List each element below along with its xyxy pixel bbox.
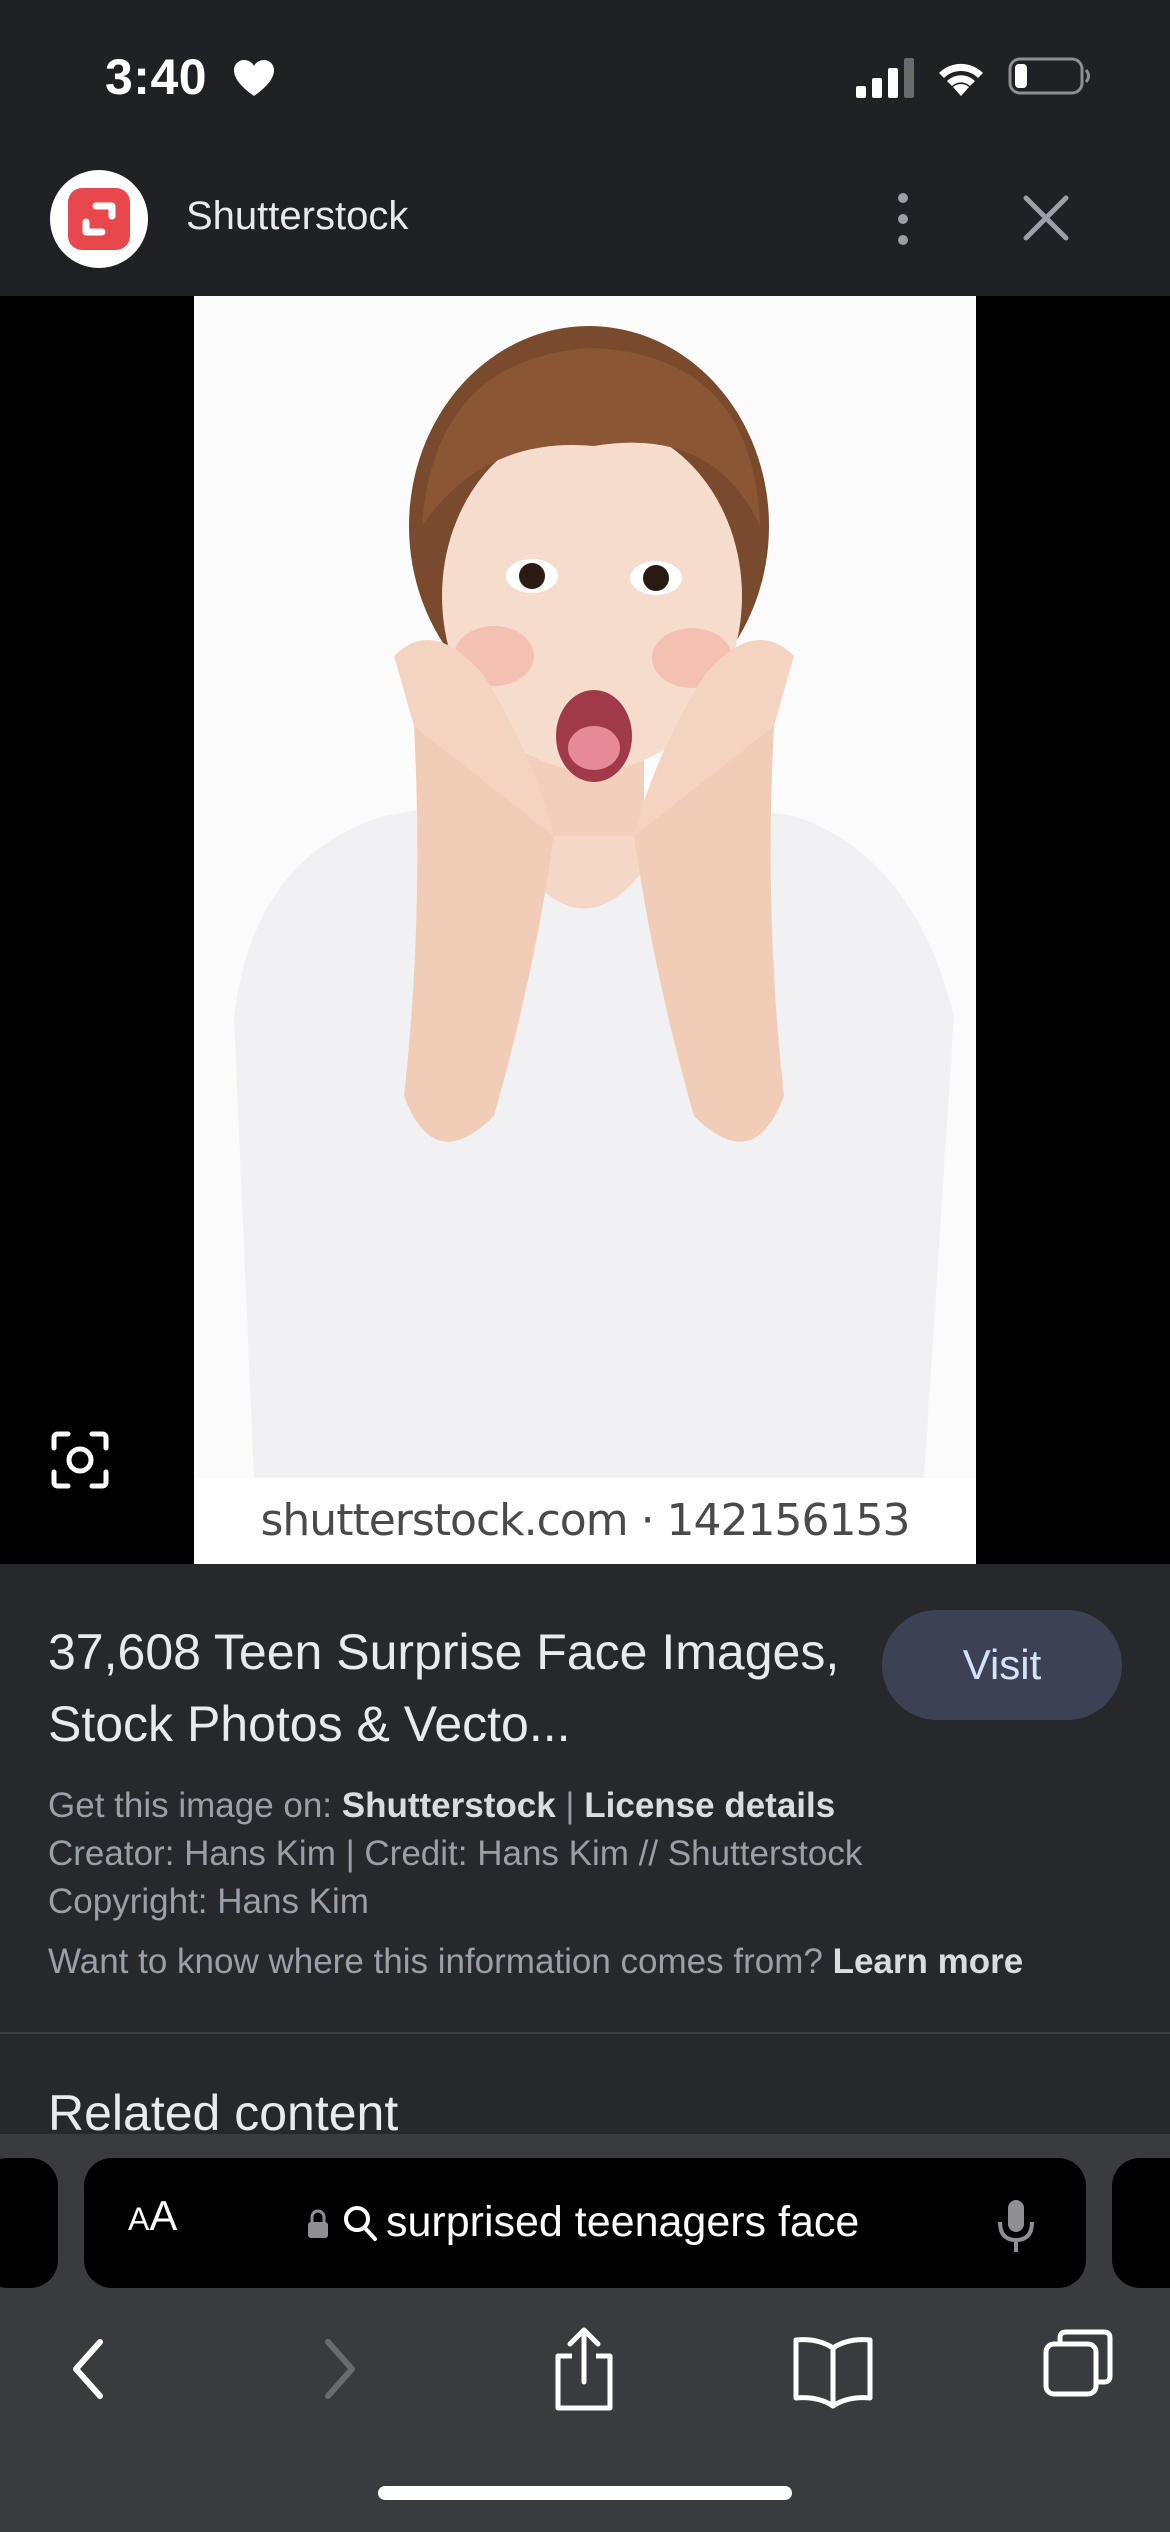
image-watermark: shutterstock.com · 142156153: [194, 1478, 976, 1564]
result-photo[interactable]: shutterstock.com · 142156153: [194, 296, 976, 1564]
status-bar: 3:40: [0, 0, 1170, 150]
back-icon[interactable]: [60, 2324, 120, 2414]
creator-line: Creator: Hans Kim | Credit: Hans Kim // …: [48, 1834, 863, 1873]
search-icon: [344, 2206, 377, 2241]
previous-tab-peek[interactable]: [0, 2158, 58, 2288]
lock-icon: [308, 2209, 328, 2238]
source-header: Shutterstock: [0, 150, 1170, 296]
home-indicator[interactable]: [378, 2486, 792, 2500]
tabs-icon[interactable]: [1038, 2324, 1118, 2414]
site-name[interactable]: Shutterstock: [186, 194, 408, 239]
result-title[interactable]: 37,608 Teen Surprise Face Images, Stock …: [48, 1616, 868, 1760]
address-text[interactable]: surprised teenagers face: [386, 2198, 859, 2247]
info-source-line: Want to know where this information come…: [48, 1938, 1128, 1986]
mic-icon[interactable]: [996, 2198, 1036, 2254]
get-image-line: Get this image on: Shutterstock | Licens…: [48, 1782, 1128, 1830]
source-link[interactable]: Shutterstock: [342, 1786, 556, 1825]
license-details-link[interactable]: License details: [584, 1786, 835, 1825]
more-icon[interactable]: [880, 188, 926, 250]
battery-icon: [1008, 57, 1090, 95]
status-time: 3:40: [105, 49, 208, 105]
learn-more-link[interactable]: Learn more: [833, 1942, 1024, 1981]
lens-icon[interactable]: [50, 1430, 110, 1490]
image-viewer[interactable]: shutterstock.com · 142156153: [0, 296, 1170, 1564]
share-icon[interactable]: [544, 2324, 624, 2414]
copyright-line: Copyright: Hans Kim: [48, 1882, 369, 1921]
forward-icon[interactable]: [308, 2324, 368, 2414]
shutterstock-logo-icon: [82, 202, 116, 236]
info-question: Want to know where this information come…: [48, 1942, 833, 1981]
bookmarks-icon[interactable]: [790, 2324, 876, 2414]
browser-toolbar: AA surprised teenagers face: [0, 2134, 1170, 2532]
address-bar[interactable]: AA surprised teenagers face: [84, 2158, 1086, 2288]
next-tab-peek[interactable]: [1112, 2158, 1170, 2288]
heart-icon: [234, 60, 274, 96]
separator: |: [555, 1786, 585, 1825]
wifi-icon: [939, 63, 983, 96]
signal-icon: [856, 58, 914, 98]
surprised-girl-photo: [194, 296, 976, 1478]
reader-options-button[interactable]: AA: [128, 2192, 177, 2240]
shutterstock-logo[interactable]: [50, 170, 148, 268]
result-info-panel: 37,608 Teen Surprise Face Images, Stock …: [0, 1564, 1170, 2141]
visit-button[interactable]: Visit: [882, 1610, 1122, 1720]
get-image-prefix: Get this image on:: [48, 1786, 342, 1825]
close-icon[interactable]: [1020, 192, 1072, 244]
divider: [0, 2032, 1170, 2034]
